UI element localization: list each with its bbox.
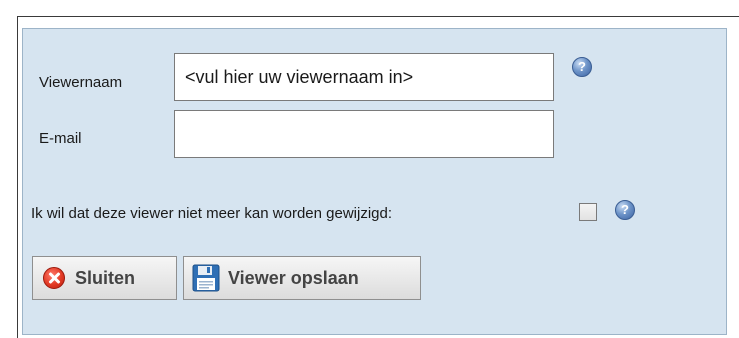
save-viewer-button-label: Viewer opslaan [228, 268, 359, 288]
email-input[interactable] [174, 110, 554, 158]
close-button-label: Sluiten [75, 268, 136, 288]
save-viewer-button[interactable]: Viewer opslaan [183, 256, 421, 300]
close-icon [43, 267, 65, 289]
lock-viewer-label: Ik wil dat deze viewer niet meer kan wor… [31, 205, 393, 222]
email-label: E-mail [39, 130, 82, 147]
lock-viewer-checkbox[interactable] [579, 203, 597, 221]
save-floppy-icon [192, 264, 220, 292]
save-viewer-dialog: Viewernaam ? E-mail Ik wil dat deze view… [22, 28, 727, 335]
close-button[interactable]: Sluiten [32, 256, 177, 300]
viewer-name-help-icon[interactable]: ? [572, 57, 592, 77]
viewer-name-input[interactable] [174, 53, 554, 101]
lock-viewer-help-icon[interactable]: ? [615, 200, 635, 220]
viewer-name-label: Viewernaam [39, 74, 123, 91]
